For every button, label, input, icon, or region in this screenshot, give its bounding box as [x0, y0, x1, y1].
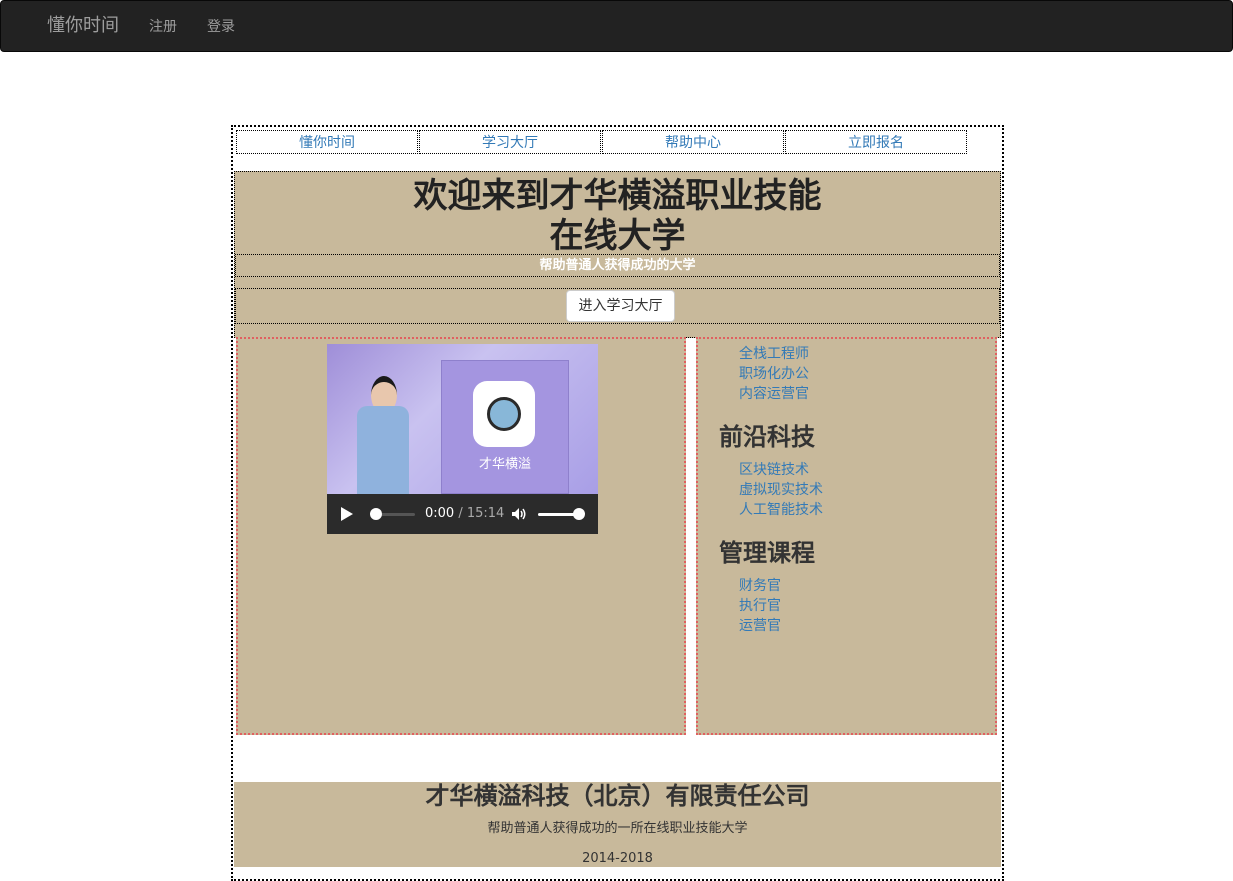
course-list-1: 全栈工程师 职场化办公 内容运营官	[739, 344, 979, 404]
hero-title-line2: 在线大学	[549, 216, 686, 256]
copyright-years: 2014-2018	[582, 851, 653, 866]
tab-learning-hall[interactable]: 学习大厅	[419, 130, 601, 154]
hero-title-line1: 欢迎来到才华横溢职业技能	[413, 176, 822, 216]
hero-title: 欢迎来到才华横溢职业技能 在线大学	[235, 176, 1000, 256]
hero-banner: 欢迎来到才华横溢职业技能 在线大学 帮助普通人获得成功的大学 进入学习大厅	[234, 171, 1001, 338]
volume-icon[interactable]	[511, 507, 527, 521]
footer-tagline: 帮助普通人获得成功的一所在线职业技能大学	[487, 821, 748, 836]
video-controls: 0:00 / 15:14	[327, 494, 598, 534]
speaker-figure	[355, 376, 411, 494]
course-link[interactable]: 虚拟现实技术	[739, 480, 979, 500]
course-link[interactable]: 运营官	[739, 616, 979, 636]
play-icon[interactable]	[341, 507, 353, 521]
course-link[interactable]: 内容运营官	[739, 384, 979, 404]
login-link[interactable]: 登录	[207, 18, 235, 36]
volume-handle[interactable]	[573, 508, 585, 520]
site-tabs: 懂你时间 学习大厅 帮助中心 立即报名	[236, 130, 967, 154]
video-poster: 才华横溢	[327, 344, 598, 494]
top-navbar: 懂你时间 注册 登录	[0, 0, 1233, 52]
video-panel: 才华横溢 0:00 / 15:14	[236, 337, 686, 735]
hero-subtitle: 帮助普通人获得成功的大学	[235, 254, 1000, 277]
course-link[interactable]: 职场化办公	[739, 364, 979, 384]
presentation-screen: 才华横溢	[441, 360, 569, 494]
mascot-logo-icon	[473, 381, 535, 447]
main-container: 懂你时间 学习大厅 帮助中心 立即报名 欢迎来到才华横溢职业技能 在线大学 帮助…	[231, 125, 1004, 881]
enter-hall-button[interactable]: 进入学习大厅	[566, 290, 675, 322]
category-title-tech: 前沿科技	[719, 423, 815, 451]
hero-button-row: 进入学习大厅	[235, 288, 1000, 324]
tab-help-center[interactable]: 帮助中心	[602, 130, 784, 154]
duration: / 15:14	[458, 506, 505, 521]
register-link[interactable]: 注册	[149, 18, 177, 36]
tab-signup[interactable]: 立即报名	[785, 130, 967, 154]
video-player[interactable]: 才华横溢 0:00 / 15:14	[327, 344, 598, 534]
course-list-2: 区块链技术 虚拟现实技术 人工智能技术	[739, 460, 979, 520]
course-link[interactable]: 全栈工程师	[739, 344, 979, 364]
screen-text: 才华横溢	[478, 457, 531, 472]
course-link[interactable]: 人工智能技术	[739, 500, 979, 520]
course-list-3: 财务官 执行官 运营官	[739, 576, 979, 636]
category-title-management: 管理课程	[719, 539, 815, 567]
time-display: 0:00 / 15:14	[425, 506, 504, 522]
seek-handle[interactable]	[370, 508, 382, 520]
company-name: 才华横溢科技（北京）有限责任公司	[425, 782, 810, 810]
course-link[interactable]: 区块链技术	[739, 460, 979, 480]
site-footer: 才华横溢科技（北京）有限责任公司 帮助普通人获得成功的一所在线职业技能大学 20…	[234, 782, 1001, 867]
navbar-brand[interactable]: 懂你时间	[47, 14, 119, 38]
course-panel: 全栈工程师 职场化办公 内容运营官 前沿科技 区块链技术 虚拟现实技术 人工智能…	[696, 337, 997, 735]
course-link[interactable]: 财务官	[739, 576, 979, 596]
current-time: 0:00	[425, 506, 455, 521]
tab-home[interactable]: 懂你时间	[236, 130, 418, 154]
course-link[interactable]: 执行官	[739, 596, 979, 616]
